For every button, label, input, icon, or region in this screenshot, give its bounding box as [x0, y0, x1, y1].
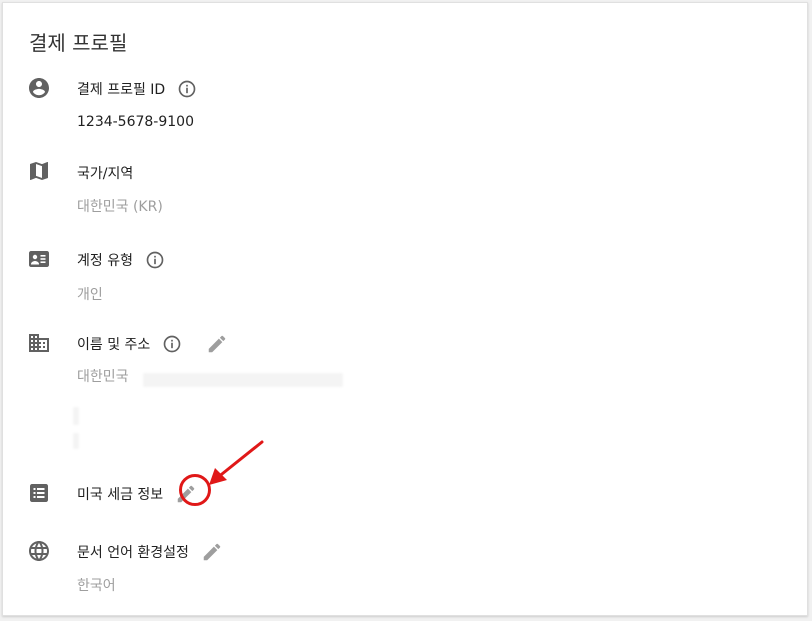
account-circle-icon — [27, 76, 51, 100]
annotation-arrow-icon — [209, 440, 264, 485]
language-value: 한국어 — [77, 578, 116, 594]
language-label-row: 문서 언어 환경설정 — [77, 541, 223, 563]
info-icon[interactable] — [177, 79, 197, 99]
map-icon — [27, 159, 51, 183]
list-icon — [27, 481, 51, 505]
redacted-address-line — [143, 373, 343, 387]
profile-id-label-row: 결제 프로필 ID — [77, 79, 197, 99]
account-type-label: 계정 유형 — [77, 253, 133, 269]
country-label-row: 국가/지역 — [77, 163, 133, 183]
contact-card-icon — [27, 247, 51, 271]
profile-id-value: 1234-5678-9100 — [77, 114, 194, 130]
billing-profile-card: 결제 프로필 결제 프로필 ID 1234-5678-9100 국가/지역 대한… — [2, 2, 808, 616]
country-label: 국가/지역 — [77, 166, 134, 182]
page-title: 결제 프로필 — [29, 31, 128, 55]
country-value: 대한민국 (KR) — [77, 199, 163, 215]
us-tax-label: 미국 세금 정보 — [77, 487, 164, 503]
name-address-label-row: 이름 및 주소 — [77, 333, 228, 355]
redacted-address-line — [73, 407, 79, 425]
globe-icon — [27, 539, 51, 563]
building-icon — [27, 331, 51, 355]
edit-pencil-icon[interactable] — [201, 541, 223, 563]
language-label: 문서 언어 환경설정 — [77, 545, 189, 561]
profile-id-label: 결제 프로필 ID — [77, 82, 166, 98]
address-country-value: 대한민국 — [77, 369, 129, 385]
info-icon[interactable] — [145, 250, 165, 270]
name-address-label: 이름 및 주소 — [77, 337, 151, 353]
account-type-value: 개인 — [77, 287, 103, 303]
redacted-address-line — [73, 433, 79, 449]
account-type-label-row: 계정 유형 — [77, 250, 165, 270]
edit-pencil-icon[interactable] — [206, 333, 228, 355]
info-icon[interactable] — [162, 334, 182, 354]
